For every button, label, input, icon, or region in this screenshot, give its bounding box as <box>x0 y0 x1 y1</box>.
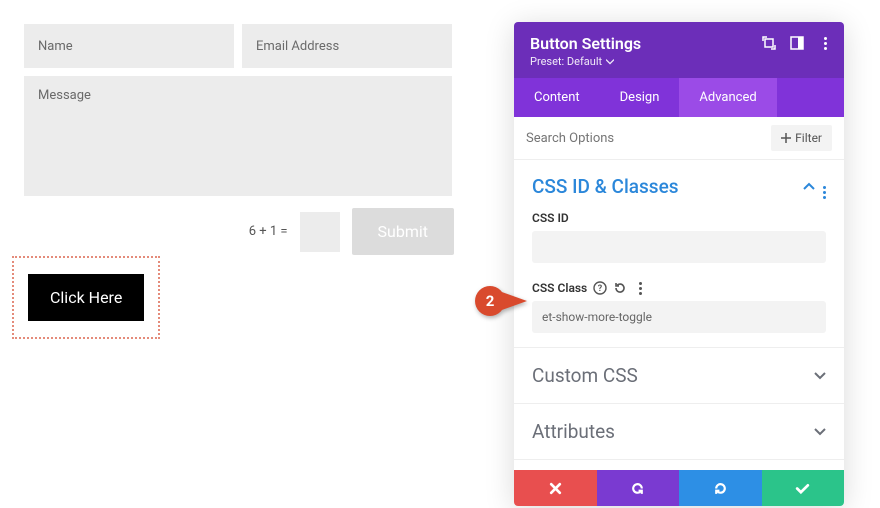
section-title: CSS ID & Classes <box>532 175 679 198</box>
preset-selector[interactable]: Preset: Default <box>530 55 828 68</box>
cancel-button[interactable] <box>514 470 597 506</box>
section-attributes[interactable]: Attributes <box>514 403 844 460</box>
search-input[interactable] <box>526 131 771 146</box>
step-number: 2 <box>475 286 505 316</box>
confirm-button[interactable] <box>762 470 845 506</box>
name-input[interactable] <box>24 24 234 68</box>
svg-text:?: ? <box>598 284 603 294</box>
chevron-down-icon <box>814 370 826 382</box>
help-icon[interactable]: ? <box>593 281 607 295</box>
css-id-label: CSS ID <box>532 211 826 225</box>
chevron-up-icon <box>803 181 815 193</box>
css-class-input[interactable] <box>532 301 826 333</box>
section-css-id-classes[interactable]: CSS ID & Classes <box>514 160 844 207</box>
snap-icon[interactable] <box>790 36 804 50</box>
tab-design[interactable]: Design <box>600 78 680 117</box>
search-row: Filter <box>514 117 844 160</box>
section-more-icon[interactable] <box>823 174 826 199</box>
css-id-field: CSS ID <box>514 207 844 277</box>
contact-form: 6 + 1 = Submit <box>24 24 454 255</box>
panel-action-bar <box>514 470 844 506</box>
filter-button[interactable]: Filter <box>771 125 832 151</box>
panel-header: Button Settings Preset: Default <box>514 22 844 78</box>
expand-icon[interactable] <box>762 36 776 50</box>
field-more-icon[interactable] <box>633 281 647 295</box>
tab-content[interactable]: Content <box>514 78 600 117</box>
settings-panel: Button Settings Preset: Default Content … <box>514 22 844 506</box>
selected-module-outline: Click Here <box>12 256 160 339</box>
section-custom-css[interactable]: Custom CSS <box>514 347 844 403</box>
redo-button[interactable] <box>679 470 762 506</box>
tab-advanced[interactable]: Advanced <box>679 78 776 117</box>
more-icon[interactable] <box>818 36 832 50</box>
chevron-down-icon <box>606 59 614 65</box>
captcha-input[interactable] <box>300 212 340 252</box>
message-input[interactable] <box>24 76 452 196</box>
click-here-button[interactable]: Click Here <box>28 274 144 321</box>
css-class-field: CSS Class ? <box>514 277 844 347</box>
email-input[interactable] <box>242 24 452 68</box>
step-callout: 2 <box>475 286 527 316</box>
tabs: Content Design Advanced <box>514 78 844 117</box>
css-class-label: CSS Class <box>532 281 587 295</box>
captcha-label: 6 + 1 = <box>249 224 288 239</box>
submit-button[interactable]: Submit <box>352 208 454 255</box>
plus-icon <box>781 133 791 143</box>
css-id-input[interactable] <box>532 231 826 263</box>
reset-icon[interactable] <box>613 281 627 295</box>
undo-button[interactable] <box>597 470 680 506</box>
chevron-down-icon <box>814 426 826 438</box>
